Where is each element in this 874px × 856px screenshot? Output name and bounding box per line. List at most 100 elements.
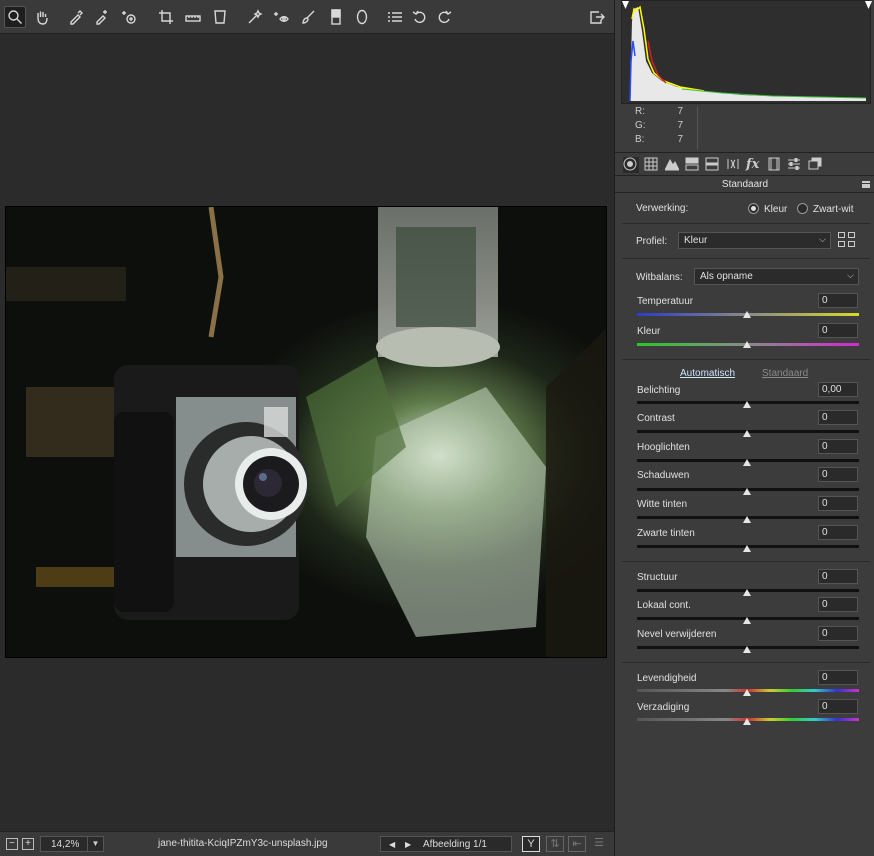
adjustment-brush-tool-button[interactable] <box>297 6 319 28</box>
levendigheid-thumb[interactable] <box>743 689 751 696</box>
levendigheid-label: Levendigheid <box>637 673 697 684</box>
zwarte-tinten-input[interactable]: 0 <box>818 525 858 540</box>
highlight-clipping-warning[interactable] <box>865 1 872 9</box>
radial-filter-tool-button[interactable] <box>351 6 373 28</box>
swap-settings-button[interactable]: ⇅ <box>546 836 564 852</box>
swap-icon: ⇅ <box>550 838 560 850</box>
nevel-input[interactable]: 0 <box>818 626 858 641</box>
zoom-icon <box>8 10 22 24</box>
rgb-readout: R: 7 G: 7 B: 7 <box>635 106 705 148</box>
photo-preview[interactable] <box>5 206 607 658</box>
image-canvas[interactable] <box>0 34 614 831</box>
verzadiging-input[interactable]: 0 <box>818 699 858 714</box>
spot-removal-tool-button[interactable] <box>244 6 266 28</box>
snapshots-icon <box>808 157 822 170</box>
divider <box>622 662 870 663</box>
grid-cell <box>848 241 855 247</box>
straighten-icon <box>185 15 201 22</box>
tab-calibration[interactable] <box>767 157 783 173</box>
nevel-label: Nevel verwijderen <box>637 629 717 640</box>
lokaal-cont-label: Lokaal cont. <box>637 600 691 611</box>
next-image-button[interactable]: ▶ <box>405 840 411 849</box>
transform-tool-button[interactable] <box>209 6 231 28</box>
lokaal-cont-thumb[interactable] <box>743 617 751 624</box>
zoom-out-button[interactable]: − <box>6 838 18 850</box>
preferences-list-icon <box>388 12 402 22</box>
lokaal-cont-input[interactable]: 0 <box>818 597 858 612</box>
zoom-select[interactable]: 14,2% ▼ <box>40 836 104 852</box>
verzadiging-thumb[interactable] <box>743 718 751 725</box>
kleur-radio[interactable] <box>748 203 759 214</box>
witte-tinten-input[interactable]: 0 <box>818 496 858 511</box>
white-balance-tool-button[interactable] <box>65 6 87 28</box>
copy-settings-button[interactable]: ⇤ <box>568 836 586 852</box>
rotate-right-button[interactable] <box>433 6 455 28</box>
temperatuur-thumb[interactable] <box>743 311 751 318</box>
kleur-thumb[interactable] <box>743 341 751 348</box>
targeted-adjustment-tool-button[interactable] <box>119 6 141 28</box>
levendigheid-input[interactable]: 0 <box>818 670 858 685</box>
tab-lens[interactable] <box>726 157 742 173</box>
hooglichten-label: Hooglichten <box>637 442 690 453</box>
spot-removal-icon <box>248 9 263 24</box>
tab-hsl[interactable] <box>685 157 701 173</box>
zoom-tool-button[interactable] <box>4 6 26 28</box>
view-options-button[interactable]: ☰ <box>590 836 608 852</box>
profile-browser-button[interactable] <box>838 232 856 248</box>
b-value: 7 <box>677 134 683 145</box>
panel-menu-icon[interactable] <box>862 181 870 188</box>
rotate-left-button[interactable] <box>409 6 431 28</box>
standaard-link[interactable]: Standaard <box>762 368 808 379</box>
tab-snapshots[interactable] <box>808 157 824 173</box>
crop-tool-button[interactable] <box>155 6 177 28</box>
color-sampler-tool-button[interactable] <box>91 6 113 28</box>
structuur-input[interactable]: 0 <box>818 569 858 584</box>
tab-split-toning[interactable] <box>705 157 721 173</box>
shadow-clipping-warning[interactable] <box>622 1 629 9</box>
profiel-select[interactable]: Kleur ⌵ <box>678 232 831 249</box>
zoom-in-button[interactable]: + <box>22 838 34 850</box>
split-toning-icon <box>705 157 719 171</box>
zwarte-tinten-thumb[interactable] <box>743 545 751 552</box>
aperture-icon <box>623 157 637 171</box>
nevel-thumb[interactable] <box>743 646 751 653</box>
previous-image-button[interactable]: ◀ <box>389 840 395 849</box>
witbalans-select[interactable]: Als opname ⌵ <box>694 268 859 285</box>
open-image-button[interactable] <box>586 6 608 28</box>
belichting-thumb[interactable] <box>743 401 751 408</box>
witte-tinten-thumb[interactable] <box>743 516 751 523</box>
tab-detail[interactable] <box>664 157 681 173</box>
tab-presets[interactable] <box>787 157 803 173</box>
kleur-input[interactable]: 0 <box>818 323 858 338</box>
contrast-thumb[interactable] <box>743 430 751 437</box>
straighten-tool-button[interactable] <box>182 6 204 28</box>
r-value: 7 <box>677 106 683 117</box>
histogram <box>621 0 872 104</box>
schaduwen-input[interactable]: 0 <box>818 467 858 482</box>
belichting-input[interactable]: 0,00 <box>818 382 858 397</box>
temperatuur-input[interactable]: 0 <box>818 293 858 308</box>
contrast-input[interactable]: 0 <box>818 410 858 425</box>
zwartwit-radio[interactable] <box>797 203 808 214</box>
tab-tone-curve[interactable] <box>644 157 660 173</box>
zwartwit-radio-label: Zwart-wit <box>813 204 854 215</box>
verzadiging-label: Verzadiging <box>637 702 690 713</box>
schaduwen-thumb[interactable] <box>743 488 751 495</box>
structuur-thumb[interactable] <box>743 589 751 596</box>
hooglichten-thumb[interactable] <box>743 459 751 466</box>
chevron-down-icon: ▼ <box>87 837 103 851</box>
preferences-button[interactable] <box>384 6 406 28</box>
divider <box>622 223 870 224</box>
crop-icon <box>159 10 173 24</box>
hand-tool-button[interactable] <box>31 6 53 28</box>
hooglichten-input[interactable]: 0 <box>818 439 858 454</box>
tab-effects[interactable]: fx <box>746 157 762 173</box>
temperatuur-label: Temperatuur <box>637 296 694 307</box>
tab-basic[interactable] <box>623 157 639 173</box>
bottom-status-bar: − + 14,2% ▼ jane-thitita-KciqIPZmY3c-uns… <box>0 831 614 856</box>
red-eye-tool-button[interactable] <box>271 6 293 28</box>
before-after-toggle[interactable]: Y <box>522 836 540 852</box>
graduated-filter-tool-button[interactable] <box>325 6 347 28</box>
automatisch-link[interactable]: Automatisch <box>680 368 735 379</box>
histogram-graph <box>622 1 872 102</box>
